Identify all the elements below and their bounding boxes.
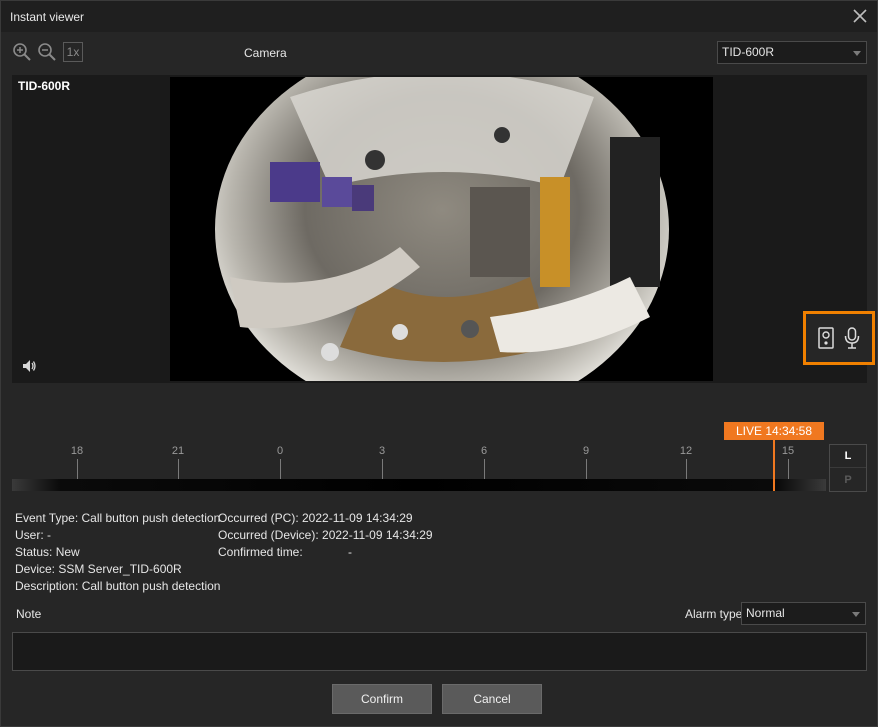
close-icon[interactable]	[852, 8, 868, 24]
tick-label: 12	[679, 445, 693, 457]
cancel-button[interactable]: Cancel	[442, 684, 542, 714]
zoom-1x-button[interactable]: 1x	[63, 42, 83, 62]
occurred-pc: Occurred (PC): 2022-11-09 14:34:29	[218, 511, 413, 525]
tick-mark	[77, 459, 78, 479]
tick-label: 15	[781, 445, 795, 457]
live-mode-button[interactable]: L	[830, 445, 866, 468]
alarm-type-value: Normal	[746, 606, 785, 620]
occurred-device: Occurred (Device): 2022-11-09 14:34:29	[218, 528, 433, 542]
title-bar: Instant viewer	[1, 1, 877, 32]
tick-label: 21	[171, 445, 185, 457]
live-time-badge[interactable]: LIVE 14:34:58	[724, 422, 824, 440]
timeline-track[interactable]	[12, 479, 826, 491]
tick-label: 0	[276, 445, 284, 457]
tick-mark	[280, 459, 281, 479]
window-title: Instant viewer	[10, 10, 85, 24]
tick-mark	[178, 459, 179, 479]
chevron-down-icon	[853, 50, 861, 56]
instant-viewer-window: Instant viewer 1x Camera TID-600R TID-60…	[0, 0, 878, 727]
live-position-marker[interactable]	[773, 439, 775, 491]
speaker-box-icon[interactable]	[816, 326, 836, 350]
tick-mark	[686, 459, 687, 479]
event-info-left: Event Type: Call button push detection U…	[15, 510, 220, 595]
tick-label: 9	[582, 445, 590, 457]
fisheye-image	[215, 77, 669, 381]
zoom-in-button[interactable]	[12, 42, 32, 62]
event-type: Event Type: Call button push detection	[15, 511, 221, 525]
microphone-icon[interactable]	[842, 326, 862, 350]
tick-label: 3	[378, 445, 386, 457]
confirmed-time-value: -	[348, 545, 353, 559]
confirm-button[interactable]: Confirm	[332, 684, 432, 714]
event-info-right: Occurred (PC): 2022-11-09 14:34:29 Occur…	[218, 510, 433, 561]
camera-overlay-name: TID-600R	[18, 79, 71, 93]
zoom-out-button[interactable]	[37, 42, 57, 62]
zoom-out-icon	[38, 43, 56, 61]
confirmed-time: Confirmed time: -	[218, 544, 433, 561]
event-user: User: -	[15, 528, 51, 542]
video-viewer[interactable]: TID-600R	[12, 75, 867, 383]
tick-mark	[788, 459, 789, 479]
confirmed-time-label: Confirmed time:	[218, 545, 303, 559]
event-description: Description: Call button push detection	[15, 579, 221, 593]
chevron-down-icon	[852, 611, 860, 617]
fisheye-video-feed[interactable]	[170, 77, 713, 381]
zoom-in-icon	[13, 43, 31, 61]
audio-controls-highlight	[803, 311, 875, 365]
speaker-icon[interactable]	[21, 358, 37, 374]
timeline-mode-toggle: L P	[829, 444, 867, 492]
tick-label: 6	[480, 445, 488, 457]
camera-label: Camera	[244, 46, 287, 60]
tick-label: 18	[70, 445, 84, 457]
playback-mode-button[interactable]: P	[830, 469, 866, 492]
camera-select-value: TID-600R	[722, 45, 775, 59]
tick-mark	[382, 459, 383, 479]
timeline[interactable]: 18 21 0 3 6 9 12 15 LIVE 14:34:58	[12, 421, 826, 493]
event-status: Status: New	[15, 545, 80, 559]
note-label: Note	[16, 607, 42, 621]
alarm-type-label: Alarm type	[685, 607, 743, 621]
camera-select[interactable]: TID-600R	[717, 41, 867, 64]
tick-mark	[484, 459, 485, 479]
note-input[interactable]	[12, 632, 867, 671]
tick-mark	[586, 459, 587, 479]
event-device: Device: SSM Server_TID-600R	[15, 562, 182, 576]
alarm-type-select[interactable]: Normal	[741, 602, 866, 625]
